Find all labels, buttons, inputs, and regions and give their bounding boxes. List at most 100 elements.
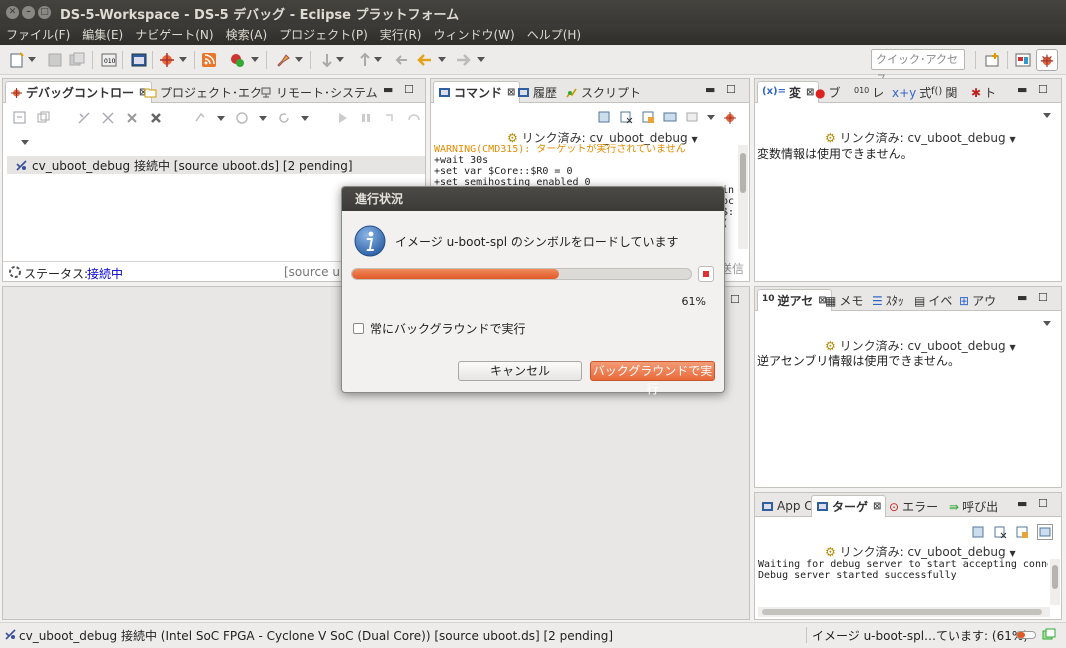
minimize-view-icon[interactable]: ▬ [383, 83, 393, 96]
interrupt-icon[interactable] [359, 111, 373, 125]
tab-memory[interactable]: ▦ メモ [821, 289, 867, 311]
rss-icon[interactable] [200, 51, 218, 69]
maximize-view-icon[interactable]: ☐ [1038, 83, 1048, 96]
run-dropdown-icon[interactable] [251, 57, 259, 62]
menu-project[interactable]: プロジェクト(P) [279, 26, 368, 43]
menu-edit[interactable]: 編集(E) [82, 26, 123, 43]
continue-icon[interactable] [335, 111, 349, 125]
target-vertical-scrollbar[interactable] [1050, 559, 1060, 605]
close-tab-icon[interactable]: ⊠ [873, 501, 881, 512]
tab-commands[interactable]: コマンド ⊠ [433, 81, 521, 103]
debug-dropdown-icon[interactable] [179, 57, 187, 62]
maximize-editor-icon[interactable]: ☐ [730, 293, 740, 306]
linked-context[interactable]: ⚙ リンク済み: cv_uboot_debug ▼ [825, 129, 1016, 146]
run-in-background-button[interactable]: バックグラウンドで実行 [590, 361, 715, 396]
scroll-lock-icon[interactable] [1015, 525, 1029, 539]
tab-target-console[interactable]: ターゲ ⊠ [811, 495, 887, 517]
mini-progress-indicator[interactable] [1016, 631, 1036, 639]
tab-scripts[interactable]: スクリプト [561, 81, 645, 103]
step-over-icon[interactable] [407, 111, 421, 125]
stop-button[interactable] [698, 266, 714, 282]
menu-search[interactable]: 検索(A) [226, 26, 268, 43]
step-into-icon[interactable] [383, 111, 397, 125]
menu-window[interactable]: ウィンドウ(W) [433, 26, 514, 43]
last-edit-icon[interactable] [393, 51, 411, 69]
background-task-status[interactable]: イメージ u-boot-spl…ています: (61%) [812, 627, 1028, 644]
collapse-all-icon[interactable] [13, 111, 27, 125]
connect-serial-icon[interactable] [1037, 524, 1053, 540]
minimize-view-icon[interactable]: ▬ [1017, 83, 1027, 96]
binary-icon[interactable]: 010 [100, 51, 118, 69]
tab-breakpoints[interactable]: ● ブ [811, 81, 845, 103]
forward-icon[interactable] [454, 51, 472, 69]
forward-dropdown-icon[interactable] [477, 57, 485, 62]
prev-annotation-icon[interactable] [356, 51, 374, 69]
tab-project-explorer[interactable]: プロジェクト･エク [140, 81, 266, 103]
tab-outline[interactable]: ⊞ アウ [955, 289, 1000, 311]
tab-remote-systems[interactable]: リモート･システム [256, 81, 382, 103]
step-source-icon[interactable] [193, 111, 207, 125]
remove-icon[interactable] [125, 111, 139, 125]
linked-context[interactable]: ⚙ リンク済み: cv_uboot_debug ▼ [825, 543, 1016, 560]
debug-bug-icon[interactable] [723, 110, 737, 124]
debug-connection-item[interactable]: cv_uboot_debug 接続中 [source uboot.ds] [2 … [7, 156, 425, 174]
open-perspective-icon[interactable] [983, 51, 1001, 69]
menu-help[interactable]: ヘルプ(H) [527, 26, 581, 43]
view-menu-icon[interactable] [1043, 321, 1051, 326]
maximize-view-icon[interactable]: ☐ [726, 83, 736, 96]
minimize-view-icon[interactable]: ▬ [1017, 497, 1027, 510]
debug-config-icon[interactable] [158, 51, 176, 69]
tab-registers[interactable]: 010 レ [850, 81, 888, 103]
link-icon[interactable] [37, 111, 51, 125]
save-all-icon[interactable] [68, 51, 86, 69]
new-icon[interactable] [8, 51, 26, 69]
maximize-view-icon[interactable]: ☐ [1038, 291, 1048, 304]
save-log-icon[interactable] [971, 525, 985, 539]
connect-icon[interactable] [77, 111, 91, 125]
back-icon[interactable] [416, 51, 434, 69]
clear-icon[interactable] [993, 525, 1007, 539]
minimize-view-icon[interactable]: ▬ [705, 83, 715, 96]
maximize-view-icon[interactable]: ☐ [1038, 497, 1048, 510]
log-scrollbar[interactable] [738, 145, 748, 249]
scroll-lock-icon[interactable] [641, 110, 655, 124]
save-log-icon[interactable] [597, 110, 611, 124]
refresh-icon[interactable] [277, 111, 291, 125]
tab-stack[interactable]: ☰ ｽﾀｯ [868, 289, 908, 311]
run-in-background-checkbox[interactable]: 常にバックグラウンドで実行 [353, 320, 526, 337]
quick-access-input[interactable]: クイック･アクセス [871, 49, 965, 85]
options-dropdown-icon[interactable] [707, 114, 715, 120]
tab-trace[interactable]: ✱ ト [967, 81, 1000, 103]
view-menu-icon[interactable] [21, 140, 29, 145]
options-icon[interactable] [685, 110, 699, 124]
tab-error-log[interactable]: ⊙ エラー [885, 495, 942, 517]
minimize-window-button[interactable]: – [22, 6, 35, 19]
refresh-dropdown-icon[interactable] [301, 115, 309, 121]
close-window-button[interactable]: ✕ [6, 6, 19, 19]
menu-run[interactable]: 実行(R) [380, 26, 422, 43]
menu-navigate[interactable]: ナビゲート(N) [135, 26, 213, 43]
next-annotation-icon[interactable] [318, 51, 336, 69]
next-annotation-dropdown-icon[interactable] [336, 57, 344, 62]
run-icon[interactable] [228, 51, 246, 69]
menu-file[interactable]: ファイル(F) [6, 26, 70, 43]
maximize-view-icon[interactable]: ☐ [404, 83, 414, 96]
tab-app-console[interactable]: App C [757, 495, 817, 517]
save-icon[interactable] [46, 51, 64, 69]
step-dropdown-icon[interactable] [217, 115, 225, 121]
tab-call-hierarchy[interactable]: ⇛ 呼び出 [945, 495, 1002, 517]
back-dropdown-icon[interactable] [438, 57, 446, 62]
cancel-button[interactable]: キャンセル [458, 361, 582, 381]
pin-dropdown-icon[interactable] [295, 57, 303, 62]
target-icon[interactable] [235, 111, 249, 125]
maximize-window-button[interactable]: □ [38, 6, 51, 19]
pin-icon[interactable] [274, 51, 292, 69]
target-dropdown-icon[interactable] [259, 115, 267, 121]
tab-functions[interactable]: f() 関 [927, 81, 961, 103]
minimize-view-icon[interactable]: ▬ [1017, 291, 1027, 304]
tab-history[interactable]: 履歴 [513, 81, 561, 103]
new-dropdown-icon[interactable] [28, 57, 36, 62]
display-icon[interactable] [663, 110, 677, 124]
ds5-perspective-icon[interactable] [1014, 51, 1032, 69]
debug-perspective-button[interactable] [1036, 49, 1058, 71]
